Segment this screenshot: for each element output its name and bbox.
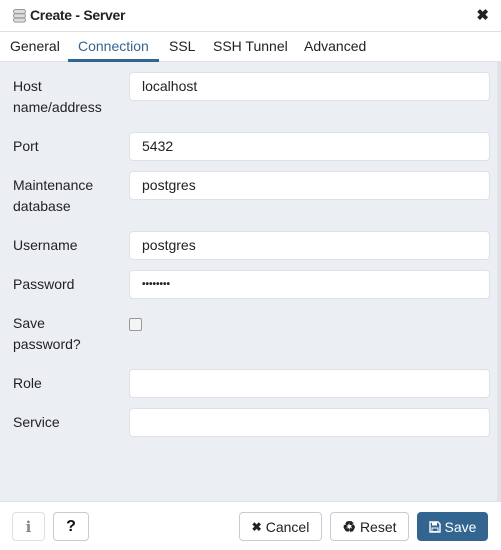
tab-connection[interactable]: Connection bbox=[78, 38, 149, 54]
info-icon: i bbox=[26, 518, 32, 536]
service-input[interactable] bbox=[129, 408, 490, 437]
host-input[interactable]: localhost bbox=[129, 72, 490, 101]
recycle-icon: ♻ bbox=[342, 518, 355, 536]
password-input[interactable]: •••••••• bbox=[129, 270, 490, 299]
host-label-line2: name/address bbox=[13, 97, 102, 118]
role-input[interactable] bbox=[129, 369, 490, 398]
save-button[interactable]: Save bbox=[417, 512, 488, 541]
save-password-checkbox[interactable] bbox=[129, 318, 142, 331]
role-label: Role bbox=[13, 373, 42, 394]
help-icon: ? bbox=[66, 518, 76, 536]
port-input[interactable]: 5432 bbox=[129, 132, 490, 161]
service-label: Service bbox=[13, 412, 60, 433]
save-password-label: Save password? bbox=[13, 313, 81, 355]
save-password-label-line1: Save bbox=[13, 313, 81, 334]
password-label: Password bbox=[13, 274, 74, 295]
maintenance-db-label: Maintenance database bbox=[13, 175, 93, 217]
reset-label: Reset bbox=[360, 519, 397, 535]
close-icon[interactable]: ✖ bbox=[476, 6, 489, 24]
cancel-button[interactable]: ✖ Cancel bbox=[239, 512, 322, 541]
save-label: Save bbox=[445, 519, 477, 535]
tab-advanced[interactable]: Advanced bbox=[304, 38, 366, 54]
maintenance-db-label-line2: database bbox=[13, 196, 93, 217]
username-input[interactable]: postgres bbox=[129, 231, 490, 260]
cancel-label: Cancel bbox=[266, 519, 310, 535]
tab-bar: General Connection SSL SSH Tunnel Advanc… bbox=[0, 32, 501, 62]
help-button[interactable]: ? bbox=[53, 512, 89, 541]
dialog-title: Create - Server bbox=[30, 7, 125, 23]
reset-button[interactable]: ♻ Reset bbox=[330, 512, 409, 541]
scrollbar[interactable] bbox=[497, 62, 501, 501]
save-password-label-line2: password? bbox=[13, 334, 81, 355]
maintenance-db-input[interactable]: postgres bbox=[129, 171, 490, 200]
close-icon: ✖ bbox=[252, 520, 262, 534]
server-icon bbox=[13, 9, 26, 23]
dialog-footer: i ? ✖ Cancel ♻ Reset Save bbox=[0, 501, 501, 550]
tab-ssh-tunnel[interactable]: SSH Tunnel bbox=[213, 38, 288, 54]
port-label: Port bbox=[13, 136, 39, 157]
username-label: Username bbox=[13, 235, 78, 256]
dialog-titlebar: Create - Server ✖ bbox=[0, 0, 501, 32]
floppy-disk-icon bbox=[429, 521, 441, 533]
host-label-line1: Host bbox=[13, 76, 102, 97]
tab-ssl[interactable]: SSL bbox=[169, 38, 195, 54]
maintenance-db-label-line1: Maintenance bbox=[13, 175, 93, 196]
tab-general[interactable]: General bbox=[10, 38, 60, 54]
info-button[interactable]: i bbox=[12, 512, 45, 541]
host-label: Host name/address bbox=[13, 76, 102, 118]
